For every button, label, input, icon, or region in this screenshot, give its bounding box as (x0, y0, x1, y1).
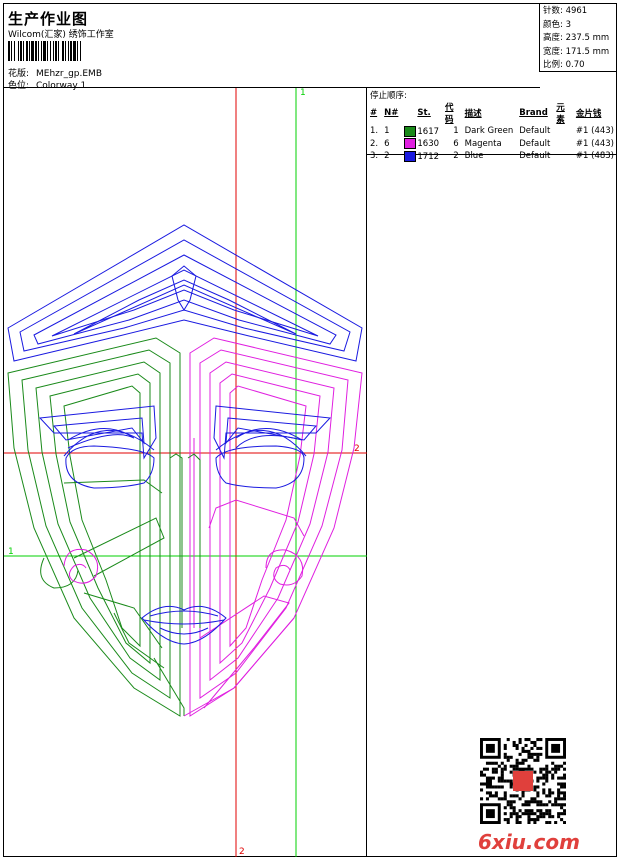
specs-panel: 针数: 4961 颜色: 3 高度: 237.5 mm 宽度: 171.5 mm… (539, 4, 617, 72)
stop-sequence-panel: 停止顺序: # N# St. 代码 描述 Brand 元素 金片钱 1. 1 1… (367, 88, 617, 162)
page-title: 生产作业图 (8, 10, 89, 28)
color-swatch (404, 150, 417, 162)
company-name: Wilcom(汇家) 绣饰工作室 (8, 30, 114, 40)
embroidery-mask-drawing: 2 1 2 1 (4, 88, 367, 857)
stop-sequence-title: 停止顺序: (370, 91, 407, 101)
qr-code-image (480, 738, 566, 824)
guide-label-h-green: 1 (8, 547, 14, 557)
face-left-half (7, 337, 185, 717)
spec-width: 宽度: 171.5 mm (543, 46, 610, 57)
col-header: N# (384, 108, 399, 118)
col-header: 元素 (556, 103, 565, 125)
barcode (8, 41, 81, 61)
nose-pattern (169, 453, 201, 628)
table-row: 1. 1 1617 1 Dark Green Default #1 (443) (370, 125, 614, 137)
col-header: Brand (519, 108, 548, 118)
table-header-row: # N# St. 代码 描述 Brand 元素 金片钱 (367, 101, 617, 125)
col-header: 金片钱 (575, 109, 602, 119)
color-swatch (404, 125, 417, 137)
col-header: # (370, 108, 378, 118)
stop-sequence-table: # N# St. 代码 描述 Brand 元素 金片钱 1. 1 1617 1 … (367, 101, 617, 163)
mouth-pattern (141, 605, 227, 645)
col-header: 描述 (464, 109, 482, 119)
spec-stitches: 针数: 4961 (543, 6, 588, 16)
brand-logo: 6xiu.com (478, 830, 580, 854)
guide-label-v-green: 1 (300, 88, 306, 98)
color-swatch (404, 138, 417, 150)
spec-scale: 比例: 0.70 (543, 60, 585, 70)
forehead-pattern (7, 224, 363, 362)
spec-colors: 颜色: 3 (543, 19, 571, 30)
header: 生产作业图 Wilcom(汇家) 绣饰工作室 花版: MEhzr_gp.EMB 色… (4, 4, 540, 91)
guide-label-v-red: 2 (239, 847, 245, 857)
spec-height: 高度: 237.5 mm (543, 33, 610, 43)
col-header: St. (417, 108, 431, 118)
table-row: 3. 2 1712 2 Blue Default #1 (483) (370, 150, 614, 162)
guide-label-h-red: 2 (354, 444, 360, 454)
table-row: 2. 6 1630 6 Magenta Default #1 (443) (370, 138, 614, 150)
col-header: 代码 (445, 103, 454, 125)
design-preview: 2 1 2 1 (4, 88, 367, 857)
face-right-half (63, 337, 363, 717)
eye-right (213, 405, 332, 489)
eye-left (38, 405, 157, 489)
